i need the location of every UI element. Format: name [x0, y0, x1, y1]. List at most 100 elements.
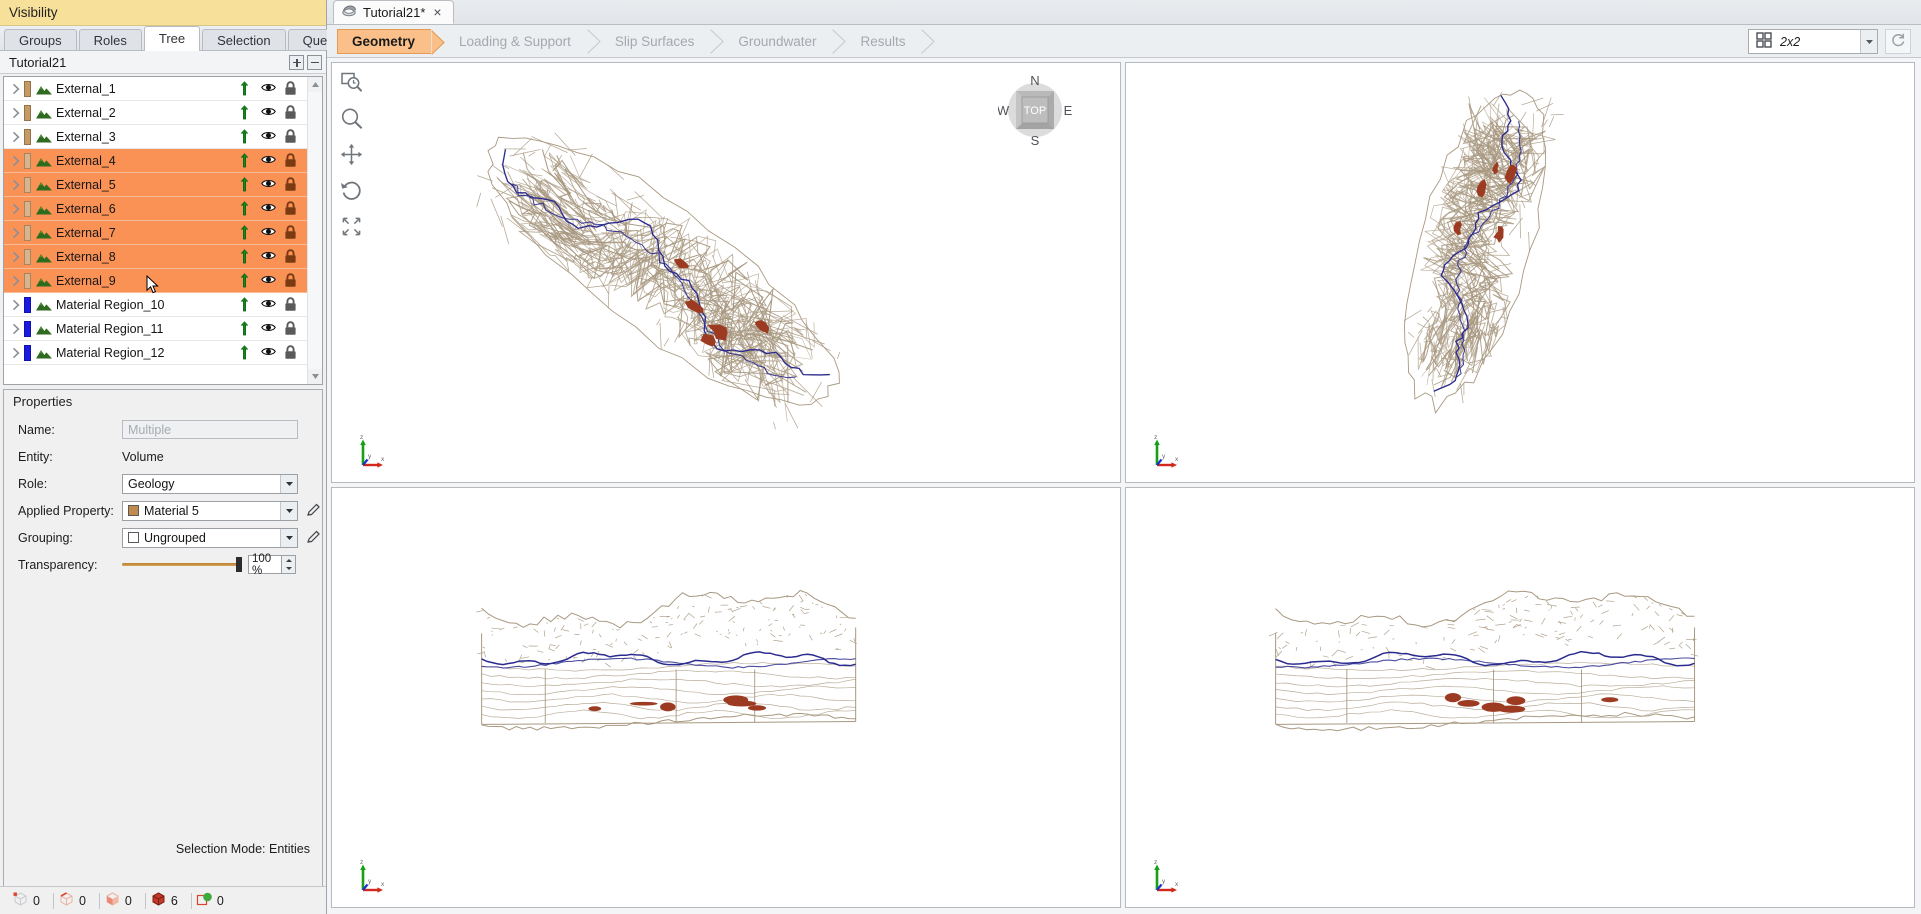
- lock-icon[interactable]: [284, 153, 298, 168]
- zoom-window-tool[interactable]: [340, 71, 363, 94]
- document-tab[interactable]: Tutorial21* ×: [333, 0, 454, 24]
- grouping-select[interactable]: Ungrouped: [122, 528, 298, 548]
- chevron-down-icon[interactable]: [1860, 30, 1877, 53]
- viewport-bottom-left[interactable]: z x y: [331, 487, 1121, 908]
- tab-tree[interactable]: Tree: [144, 26, 200, 51]
- tree-row[interactable]: External_9: [4, 269, 307, 293]
- chevron-right-icon[interactable]: [8, 125, 24, 149]
- scrollbar-track[interactable]: [308, 92, 322, 369]
- pin-icon[interactable]: [238, 105, 252, 120]
- viewport-layout-select[interactable]: 2x2: [1748, 29, 1878, 54]
- tree-row[interactable]: External_5: [4, 173, 307, 197]
- chevron-right-icon[interactable]: [8, 341, 24, 365]
- slider-thumb[interactable]: [236, 557, 242, 572]
- eye-icon[interactable]: [261, 81, 275, 96]
- lock-icon[interactable]: [284, 249, 298, 264]
- chevron-right-icon[interactable]: [8, 197, 24, 221]
- minus-box-icon[interactable]: [307, 55, 322, 70]
- tab-roles[interactable]: Roles: [79, 29, 142, 50]
- lock-icon[interactable]: [284, 225, 298, 240]
- chevron-right-icon[interactable]: [8, 101, 24, 125]
- workflow-step-groundwater[interactable]: Groundwater: [724, 29, 832, 54]
- name-field[interactable]: Multiple: [122, 420, 298, 439]
- eye-icon[interactable]: [261, 177, 275, 192]
- transparency-value[interactable]: 100 %: [248, 555, 282, 574]
- stepper-up-icon[interactable]: [282, 556, 295, 565]
- workflow-step-slip-surfaces[interactable]: Slip Surfaces: [601, 29, 711, 54]
- pin-icon[interactable]: [238, 81, 252, 96]
- eye-icon[interactable]: [261, 345, 275, 360]
- eye-icon[interactable]: [261, 321, 275, 336]
- chevron-right-icon[interactable]: [8, 269, 24, 293]
- lock-icon[interactable]: [284, 81, 298, 96]
- eye-icon[interactable]: [261, 297, 275, 312]
- scroll-down-icon[interactable]: [308, 369, 322, 384]
- eye-icon[interactable]: [261, 273, 275, 288]
- chevron-down-icon[interactable]: [280, 475, 297, 493]
- eye-icon[interactable]: [261, 105, 275, 120]
- tree-row[interactable]: External_2: [4, 101, 307, 125]
- close-icon[interactable]: ×: [431, 5, 443, 19]
- tree-row[interactable]: External_4: [4, 149, 307, 173]
- eye-icon[interactable]: [261, 129, 275, 144]
- chevron-right-icon[interactable]: [8, 77, 24, 101]
- lock-icon[interactable]: [284, 201, 298, 216]
- tree-row[interactable]: Material Region_11: [4, 317, 307, 341]
- workflow-step-results[interactable]: Results: [846, 29, 921, 54]
- tree-row[interactable]: External_3: [4, 125, 307, 149]
- transparency-stepper[interactable]: [282, 555, 296, 574]
- chevron-down-icon[interactable]: [280, 529, 297, 547]
- pan-tool[interactable]: [340, 143, 363, 166]
- tree-row[interactable]: External_8: [4, 245, 307, 269]
- tree-row[interactable]: Material Region_12: [4, 341, 307, 365]
- rotate-tool[interactable]: [340, 179, 363, 202]
- tab-selection[interactable]: Selection: [202, 29, 285, 50]
- viewport-bottom-right[interactable]: z x y: [1125, 487, 1915, 908]
- pin-icon[interactable]: [238, 249, 252, 264]
- pin-icon[interactable]: [238, 153, 252, 168]
- workflow-step-loading-support[interactable]: Loading & Support: [445, 29, 587, 54]
- chevron-right-icon[interactable]: [8, 317, 24, 341]
- lock-icon[interactable]: [284, 321, 298, 336]
- pin-icon[interactable]: [238, 201, 252, 216]
- lock-icon[interactable]: [284, 129, 298, 144]
- stepper-down-icon[interactable]: [282, 565, 295, 574]
- transparency-slider[interactable]: [122, 555, 242, 575]
- chevron-down-icon[interactable]: [280, 502, 297, 520]
- scroll-up-icon[interactable]: [308, 77, 322, 92]
- pin-icon[interactable]: [238, 297, 252, 312]
- viewport-top-left[interactable]: TOP N S E W z x y: [331, 62, 1121, 483]
- applied-property-select[interactable]: Material 5: [122, 501, 298, 521]
- pin-icon[interactable]: [238, 321, 252, 336]
- zoom-tool[interactable]: [340, 107, 363, 130]
- lock-icon[interactable]: [284, 105, 298, 120]
- tab-groups[interactable]: Groups: [4, 29, 77, 50]
- tree-row[interactable]: External_7: [4, 221, 307, 245]
- pin-icon[interactable]: [238, 225, 252, 240]
- chevron-right-icon[interactable]: [8, 149, 24, 173]
- tree-row[interactable]: External_1: [4, 77, 307, 101]
- edit-grouping-icon[interactable]: [305, 529, 322, 546]
- chevron-right-icon[interactable]: [8, 221, 24, 245]
- pin-icon[interactable]: [238, 345, 252, 360]
- lock-icon[interactable]: [284, 177, 298, 192]
- tree-row[interactable]: Material Region_10: [4, 293, 307, 317]
- view-compass[interactable]: TOP N S E W: [998, 73, 1072, 147]
- pin-icon[interactable]: [238, 273, 252, 288]
- plus-box-icon[interactable]: [289, 55, 304, 70]
- workflow-step-geometry[interactable]: Geometry: [337, 29, 431, 54]
- chevron-right-icon[interactable]: [8, 173, 24, 197]
- role-select[interactable]: Geology: [122, 474, 298, 494]
- eye-icon[interactable]: [261, 249, 275, 264]
- eye-icon[interactable]: [261, 201, 275, 216]
- lock-icon[interactable]: [284, 345, 298, 360]
- tree-row[interactable]: External_6: [4, 197, 307, 221]
- pin-icon[interactable]: [238, 177, 252, 192]
- lock-icon[interactable]: [284, 273, 298, 288]
- tree-scrollbar[interactable]: [307, 77, 322, 384]
- eye-icon[interactable]: [261, 225, 275, 240]
- eye-icon[interactable]: [261, 153, 275, 168]
- pin-icon[interactable]: [238, 129, 252, 144]
- zoom-all-tool[interactable]: [340, 215, 363, 238]
- viewport-top-right[interactable]: z x y: [1125, 62, 1915, 483]
